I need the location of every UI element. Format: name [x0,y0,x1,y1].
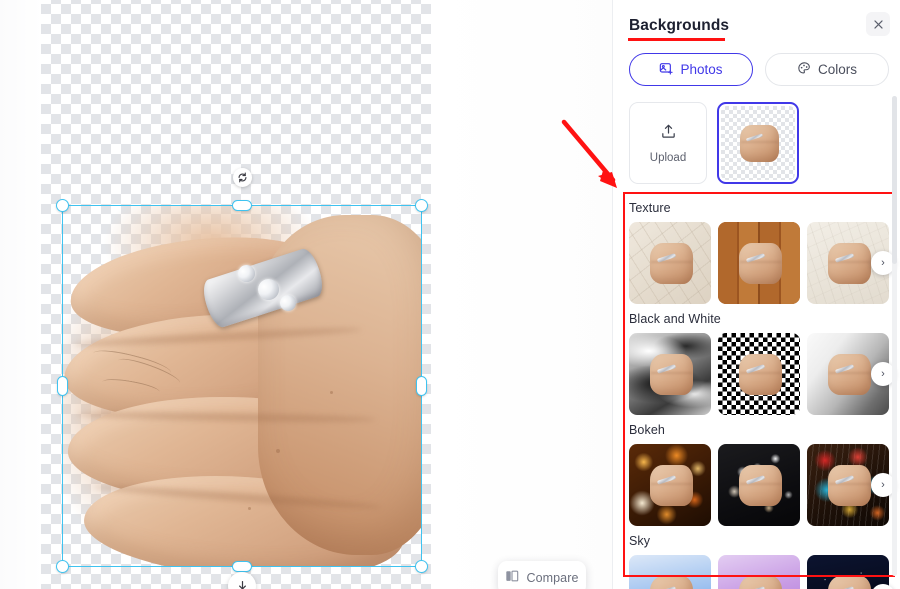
canvas-right-margin [431,0,620,589]
compare-label: Compare [526,571,579,585]
hand-preview [650,576,693,589]
compare-split-icon [505,569,519,588]
hand-preview [650,354,693,396]
scrollbar-thumb[interactable] [892,96,897,264]
skin-detail-2 [330,391,333,394]
thumb-smoke-abstract-bw[interactable] [629,333,711,415]
backgrounds-panel: Backgrounds Photos Colors Upload Texture… [612,0,900,589]
category-texture: Texture › [613,201,900,304]
hand-preview [828,243,871,285]
skin-detail-1 [276,449,280,453]
editor-canvas-area: Compare [0,0,620,589]
category-title: Black and White [629,312,721,326]
hand-with-ring-photo[interactable] [62,205,422,567]
palette-icon [797,61,812,79]
current-background-thumbnail[interactable] [717,102,799,184]
thumbnail-row: › [629,444,900,526]
close-icon[interactable] [866,12,890,36]
rotate-icon[interactable] [233,168,252,187]
hand-preview [650,243,693,285]
hand-preview [739,576,782,589]
panel-header: Backgrounds [613,0,900,46]
thumb-wood-planks-texture[interactable] [718,222,800,304]
hand-preview [828,354,871,396]
thumb-blue-clouds-sky[interactable] [629,555,711,589]
thumb-warm-orange-bokeh[interactable] [629,444,711,526]
upload-button[interactable]: Upload [629,102,707,184]
page-title: Backgrounds [629,17,730,34]
panel-tabs: Photos Colors [629,53,889,86]
thumbnail-row: › [629,555,900,589]
thumb-night-stars-sky[interactable] [807,555,889,589]
compare-button[interactable]: Compare [498,561,586,589]
category-black-and-white: Black and White › [613,312,900,415]
hand-preview [739,465,782,507]
skin-detail-3 [248,507,251,510]
hand-preview [740,125,779,163]
category-title: Texture [629,201,671,215]
hand-preview [739,354,782,396]
add-photo-icon [659,61,674,79]
category-title: Sky [629,534,651,548]
hand-preview [828,465,871,507]
panel-scrollbar[interactable] [892,96,897,576]
thumb-heart-lights-bokeh[interactable] [718,444,800,526]
thumbnail-row: › [629,333,900,415]
background-editor-screen: Compare Backgrounds Photos Colors Upload… [0,0,900,589]
hand-preview [650,465,693,507]
transparent-preview [721,106,795,180]
tab-photos-label: Photos [680,62,723,77]
tab-photos[interactable]: Photos [629,53,753,86]
upload-label: Upload [649,151,687,164]
category-title: Bokeh [629,423,665,437]
thumb-crumpled-paper-texture[interactable] [629,222,711,304]
thumbnail-row: › [629,222,900,304]
hand-preview [739,243,782,285]
category-bokeh: Bokeh › [613,423,900,526]
upload-icon [660,123,677,145]
source-row: Upload [629,102,799,184]
hand-preview [828,576,871,589]
thumb-optical-checker-bw[interactable] [718,333,800,415]
background-categories-list[interactable]: Texture › Black and White › Bokeh › Sky [613,193,900,589]
thumb-purple-dusk-sky[interactable] [718,555,800,589]
tab-colors-label: Colors [817,62,857,77]
tab-colors[interactable]: Colors [765,53,889,86]
canvas-left-margin [0,0,42,589]
title-underline-annotation [628,38,725,41]
category-sky: Sky › [613,534,900,589]
